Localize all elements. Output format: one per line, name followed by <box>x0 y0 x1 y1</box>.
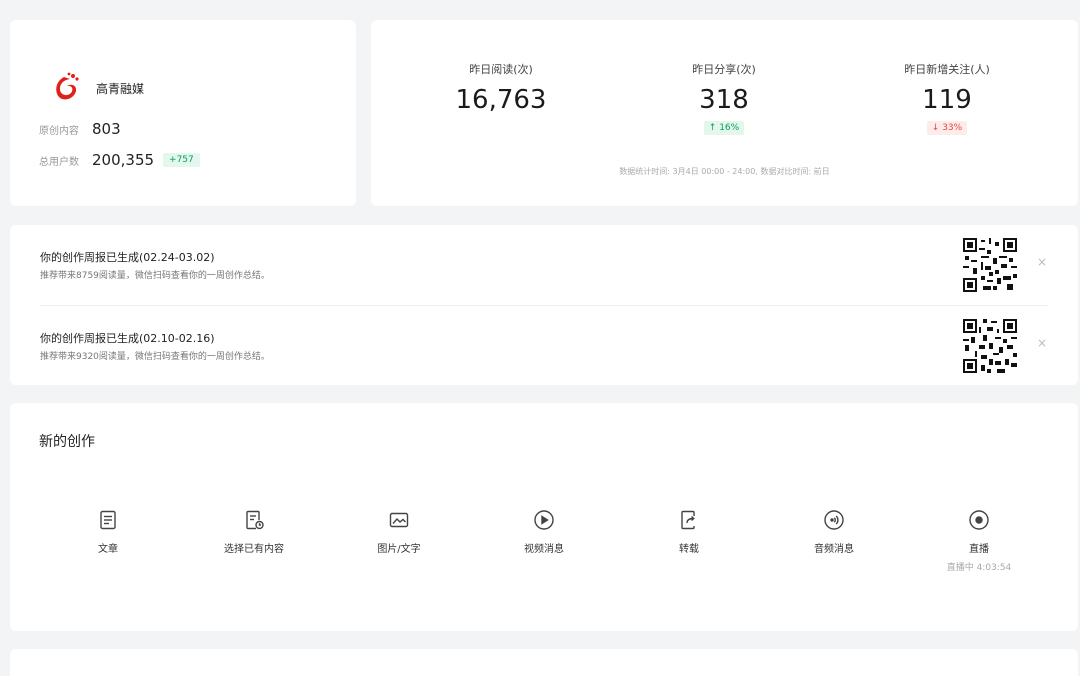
repost-icon <box>681 510 695 530</box>
qr-code-icon <box>963 319 1017 373</box>
tool-label: 音频消息 <box>814 544 854 555</box>
stat-shares: 昨日分享(次) 318 ↑ 16% <box>624 61 824 135</box>
section-title: 新的创作 <box>39 434 95 450</box>
original-content-label: 原创内容 <box>39 125 79 137</box>
live-icon <box>969 510 989 530</box>
weekly-report-item[interactable]: 你的创作周报已生成(02.10-02.16) 推荐带来9320阅读量，微信扫码查… <box>40 306 1050 386</box>
report-description: 推荐带来9320阅读量，微信扫码查看你的一周创作总结。 <box>40 352 270 362</box>
new-creation-card: 新的创作 文章 选择已有内容 图片/文字 视频消息 转载 音频消息 直播 直播中… <box>10 403 1078 631</box>
original-content-value: 803 <box>92 120 121 138</box>
total-users-row: 总用户数 200,355 +757 <box>39 151 200 169</box>
total-users-label: 总用户数 <box>39 156 79 168</box>
stats-card: 昨日阅读(次) 16,763 昨日分享(次) 318 ↑ 16% 昨日新增关注(… <box>371 20 1078 206</box>
tool-label: 文章 <box>98 544 118 555</box>
stat-label: 昨日阅读(次) <box>469 63 533 76</box>
stat-change-up-badge: ↑ 16% <box>703 121 745 135</box>
report-title: 你的创作周报已生成(02.10-02.16) <box>40 332 215 345</box>
users-change-badge: +757 <box>163 153 200 167</box>
repost-button[interactable]: 转载 <box>629 509 749 555</box>
live-status: 直播中 4:03:54 <box>946 563 1012 573</box>
stat-label: 昨日新增关注(人) <box>904 63 990 76</box>
stat-change-down-badge: ↓ 33% <box>926 121 968 135</box>
create-image-text-button[interactable]: 图片/文字 <box>339 509 459 555</box>
tool-label: 选择已有内容 <box>224 544 284 555</box>
qr-code-icon <box>963 238 1017 292</box>
existing-content-icon <box>246 510 264 530</box>
stat-new-follows: 昨日新增关注(人) 119 ↓ 33% <box>847 61 1047 135</box>
close-icon[interactable]: × <box>1037 255 1047 269</box>
next-section-card <box>10 649 1078 676</box>
stat-value: 318 <box>699 85 749 115</box>
create-audio-button[interactable]: 音频消息 <box>774 509 894 555</box>
weekly-report-item[interactable]: 你的创作周报已生成(02.24-03.02) 推荐带来8759阅读量，微信扫码查… <box>40 225 1050 305</box>
tool-label: 直播 <box>969 544 989 555</box>
tool-label: 视频消息 <box>524 544 564 555</box>
report-description: 推荐带来8759阅读量，微信扫码查看你的一周创作总结。 <box>40 271 270 281</box>
create-video-button[interactable]: 视频消息 <box>484 509 604 555</box>
account-name: 高青融媒 <box>96 82 145 96</box>
image-text-icon <box>389 512 409 528</box>
stat-value: 119 <box>922 85 972 115</box>
stats-time-note: 数据统计时间: 3月4日 00:00 - 24:00, 数据对比时间: 前日 <box>619 167 830 176</box>
audio-icon <box>824 510 844 530</box>
brand-logo-icon <box>56 72 79 100</box>
weekly-reports-card: 你的创作周报已生成(02.24-03.02) 推荐带来8759阅读量，微信扫码查… <box>10 225 1078 385</box>
total-users-value: 200,355 <box>92 151 155 169</box>
select-existing-content-button[interactable]: 选择已有内容 <box>194 509 314 555</box>
live-button[interactable]: 直播 直播中 4:03:54 <box>919 509 1039 573</box>
original-content-row: 原创内容 803 <box>39 120 121 138</box>
stat-label: 昨日分享(次) <box>692 63 756 76</box>
stat-reads: 昨日阅读(次) 16,763 <box>401 61 601 115</box>
create-article-button[interactable]: 文章 <box>48 509 168 555</box>
account-card: 高青融媒 原创内容 803 总用户数 200,355 +757 <box>10 20 356 206</box>
stat-value: 16,763 <box>455 85 547 115</box>
tool-label: 转载 <box>679 544 699 555</box>
video-icon <box>534 510 554 530</box>
article-icon <box>100 510 116 530</box>
report-title: 你的创作周报已生成(02.24-03.02) <box>40 251 215 264</box>
tool-label: 图片/文字 <box>377 544 421 555</box>
close-icon[interactable]: × <box>1037 336 1047 350</box>
